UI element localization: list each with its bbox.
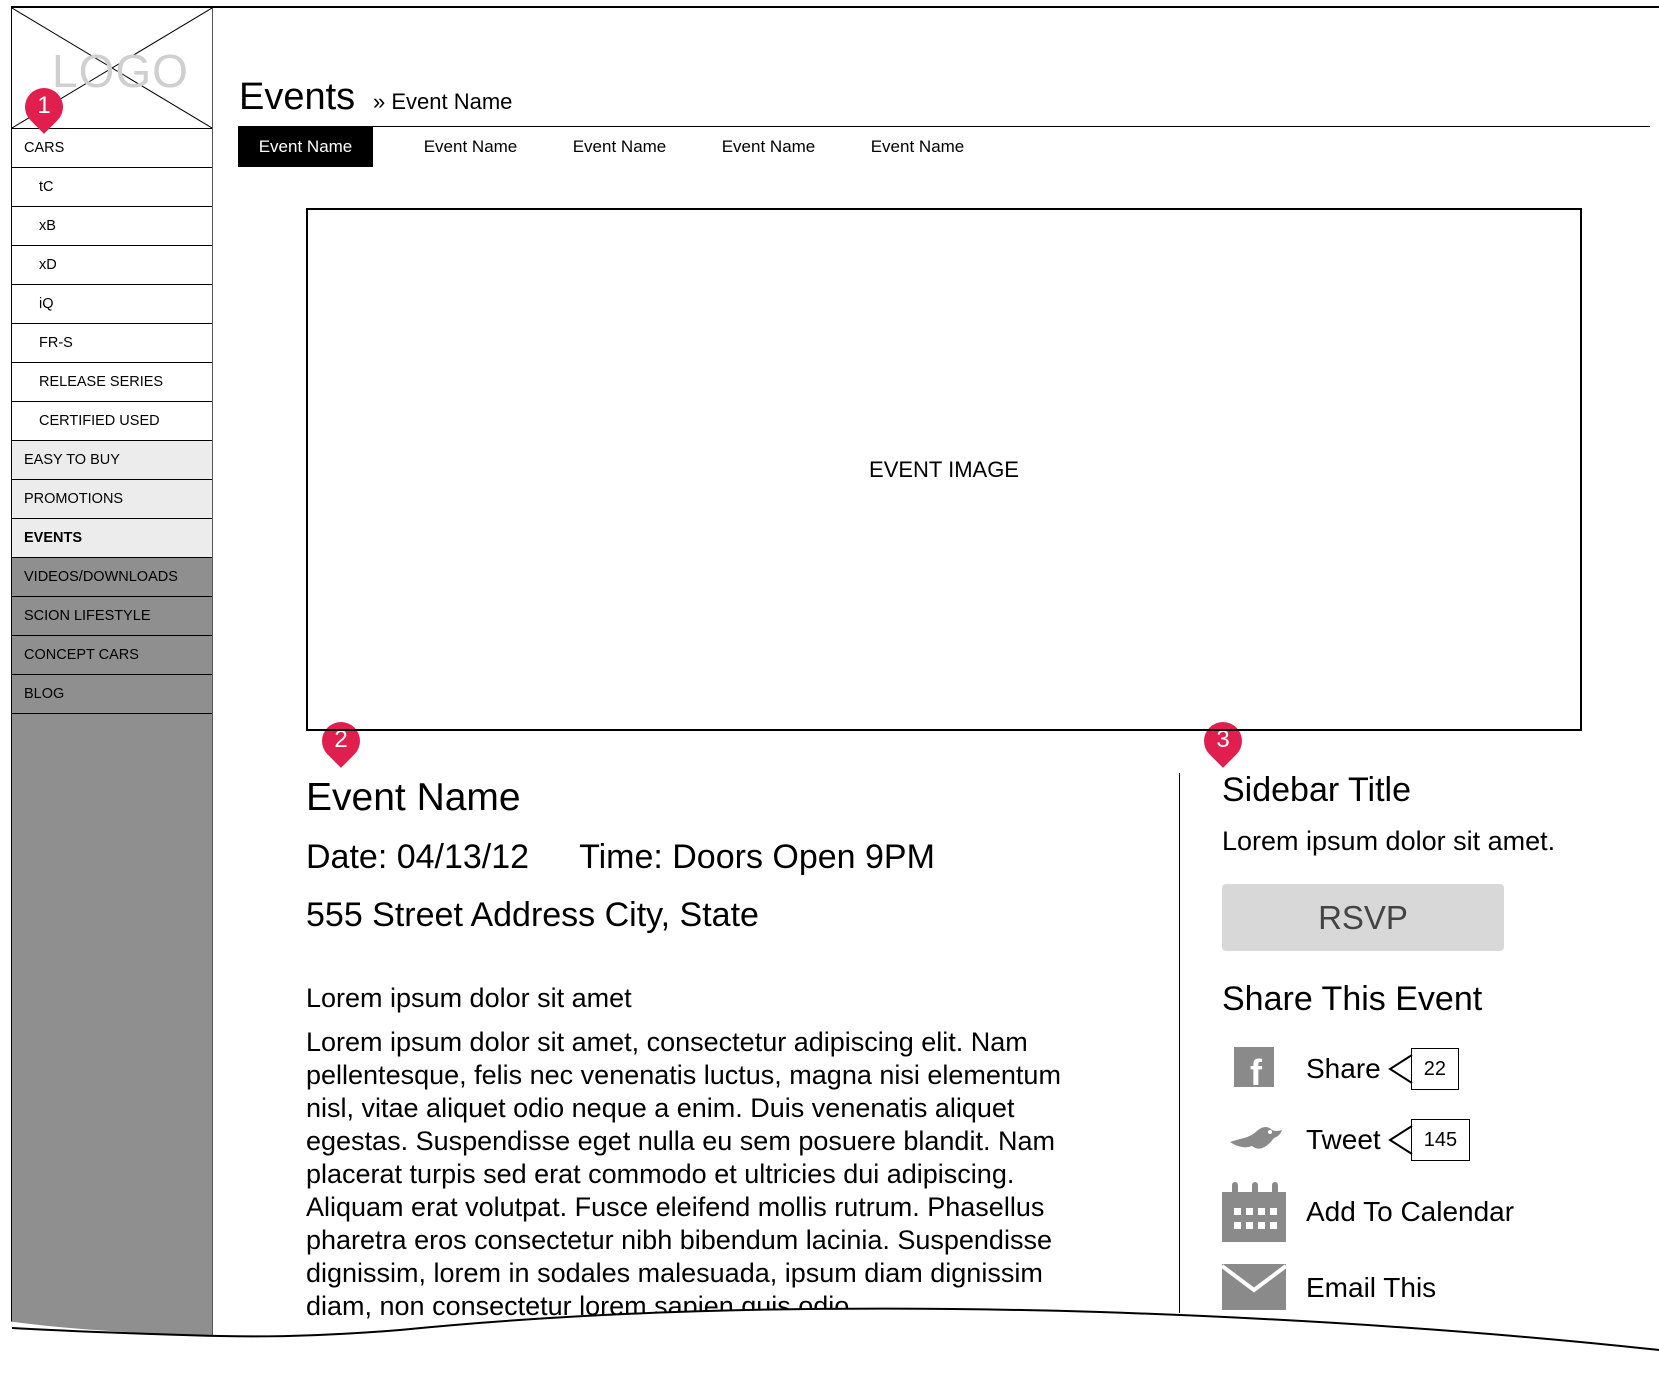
left-sidebar: LOGO CARS tC xB xD iQ FR-S RELEASE SERIE… — [12, 8, 213, 1378]
sidebar-item-certified-used[interactable]: CERTIFIED USED — [12, 402, 212, 441]
tweet-label: Tweet — [1306, 1124, 1381, 1155]
calendar-icon — [1222, 1182, 1286, 1242]
sidebar-nav: CARS tC xB xD iQ FR-S RELEASE SERIES CER… — [12, 129, 212, 714]
sidebar-item-xb[interactable]: xB — [12, 207, 212, 246]
content-divider — [1179, 773, 1180, 1313]
sidebar-item-fr-s[interactable]: FR-S — [12, 324, 212, 363]
event-address: 555 Street Address City, State — [306, 896, 759, 934]
tab-event-1[interactable]: Event Name — [238, 127, 373, 167]
add-to-calendar-label: Add To Calendar — [1306, 1196, 1515, 1227]
event-image-label: EVENT IMAGE — [869, 456, 1019, 482]
svg-text:f: f — [1250, 1052, 1263, 1093]
breadcrumb[interactable]: » Event Name — [373, 89, 512, 115]
facebook-share-row[interactable]: f Share 22 — [1222, 1041, 1459, 1097]
tab-event-5[interactable]: Event Name — [850, 127, 985, 167]
event-date: Date: 04/13/12 — [306, 838, 530, 876]
frame-top-border — [12, 6, 1659, 8]
sidebar-item-concept-cars[interactable]: CONCEPT CARS — [12, 636, 212, 675]
sidebar-item-events[interactable]: EVENTS — [12, 519, 212, 558]
sidebar-title: Sidebar Title — [1222, 771, 1411, 809]
annotation-marker-1: 1 — [17, 80, 71, 134]
tab-event-2[interactable]: Event Name — [403, 127, 538, 167]
sidebar-item-tc[interactable]: tC — [12, 168, 212, 207]
event-time: Time: Doors Open 9PM — [579, 838, 935, 876]
event-description: Lorem ipsum dolor sit amet, consectetur … — [306, 1027, 1061, 1321]
page-title: Events — [239, 76, 356, 118]
sidebar-item-release-series[interactable]: RELEASE SERIES — [12, 363, 212, 402]
sidebar-item-videos-downloads[interactable]: VIDEOS/DOWNLOADS — [12, 558, 212, 597]
sidebar-item-scion-lifestyle[interactable]: SCION LIFESTYLE — [12, 597, 212, 636]
sidebar-item-xd[interactable]: xD — [12, 246, 212, 285]
sidebar-item-cars[interactable]: CARS — [12, 129, 212, 168]
tweet-row[interactable]: Tweet 145 — [1222, 1112, 1471, 1168]
sidebar-item-promotions[interactable]: PROMOTIONS — [12, 480, 212, 519]
facebook-share-count: 22 — [1387, 1048, 1459, 1090]
event-date-time: Date: 04/13/12 Time: Doors Open 9PM — [306, 838, 935, 877]
rsvp-button[interactable]: RSVP — [1222, 884, 1504, 951]
tab-event-4[interactable]: Event Name — [701, 127, 836, 167]
torn-page-edge — [0, 1307, 1659, 1378]
facebook-icon: f — [1222, 1041, 1286, 1097]
logo-text: LOGO — [52, 45, 189, 97]
sidebar-item-blog[interactable]: BLOG — [12, 675, 212, 714]
sidebar-item-easy-to-buy[interactable]: EASY TO BUY — [12, 441, 212, 480]
tweet-count: 145 — [1387, 1119, 1471, 1161]
twitter-bird-icon — [1222, 1112, 1286, 1168]
event-name-heading: Event Name — [306, 776, 521, 819]
event-lead-text: Lorem ipsum dolor sit amet — [306, 983, 632, 1013]
sidebar-description: Lorem ipsum dolor sit amet. — [1222, 826, 1556, 856]
event-image-placeholder: EVENT IMAGE — [306, 208, 1582, 731]
add-to-calendar-row[interactable]: Add To Calendar — [1222, 1182, 1514, 1242]
tab-event-3[interactable]: Event Name — [552, 127, 687, 167]
share-heading: Share This Event — [1222, 980, 1483, 1018]
facebook-share-label: Share — [1306, 1053, 1381, 1084]
sidebar-item-iq[interactable]: iQ — [12, 285, 212, 324]
